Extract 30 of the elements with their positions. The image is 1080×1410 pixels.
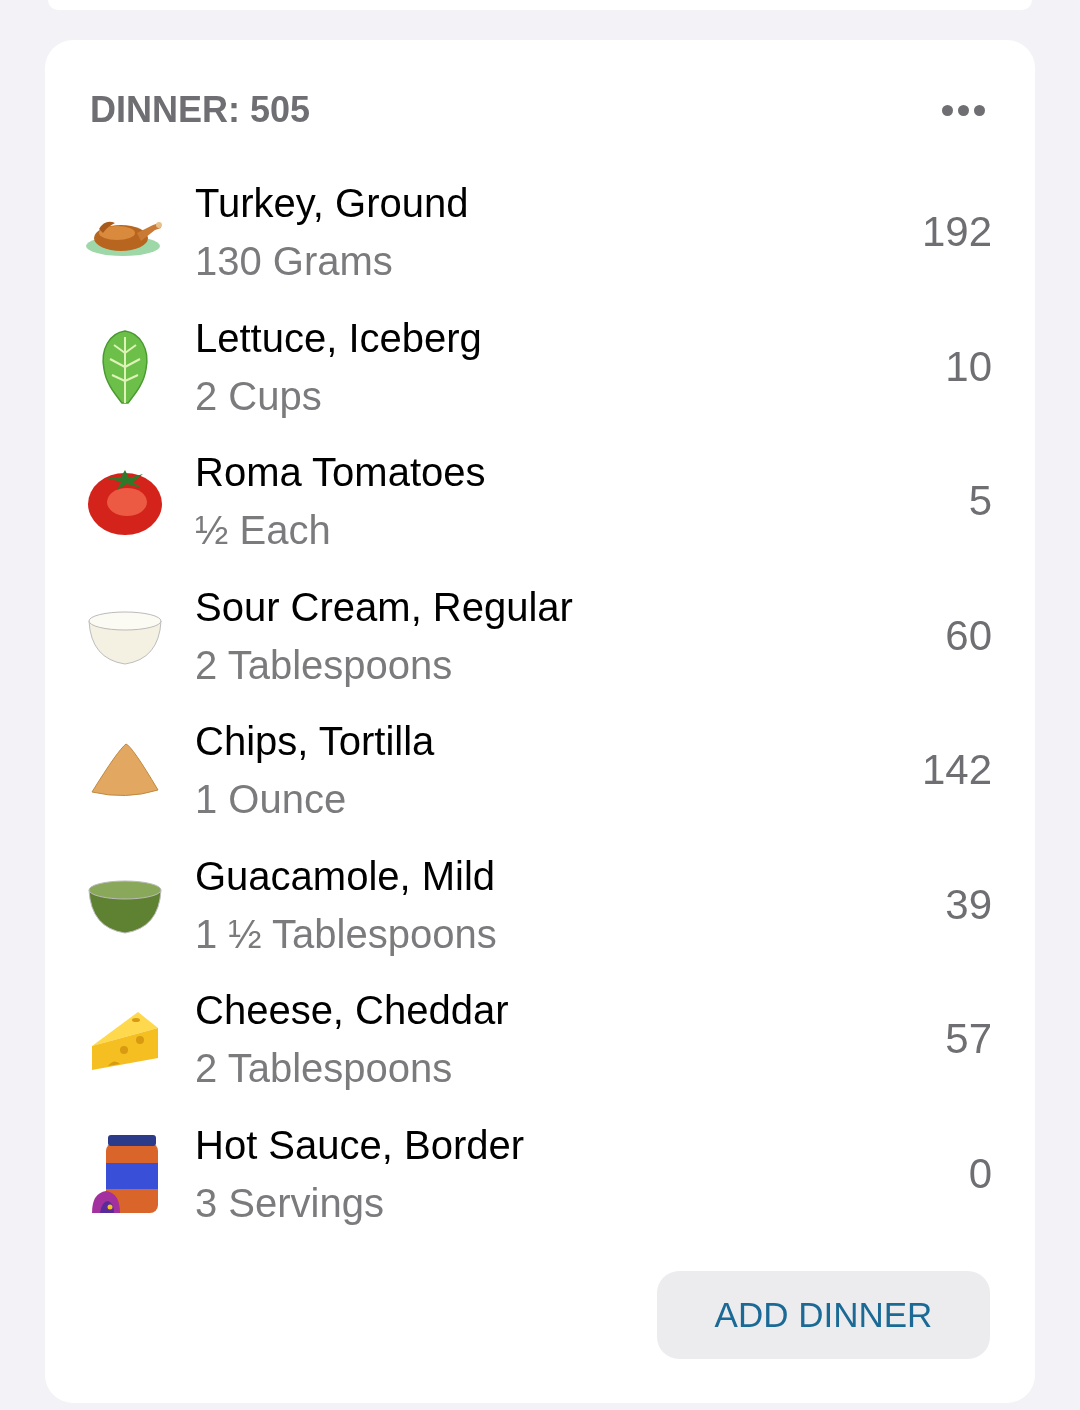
sauce-jar-icon [90,1132,160,1215]
calorie-count: 60 [945,610,992,661]
serving-size: 2 Tablespoons [195,641,453,689]
meal-title: DINNER: 505 [90,88,311,132]
calorie-count: 0 [968,1148,992,1199]
calorie-count: 39 [945,879,992,930]
serving-size: ½ Each [195,507,331,555]
food-name: Cheese, Cheddar [195,987,509,1035]
calorie-count: 142 [921,745,992,796]
add-dinner-button[interactable]: ADD DINNER [657,1271,990,1359]
food-name: Chips, Tortilla [195,718,435,766]
calorie-count: 57 [945,1014,992,1065]
calorie-count: 192 [921,207,992,258]
serving-size: 3 Servings [195,1179,384,1227]
more-icon[interactable] [942,104,985,116]
food-name: Sour Cream, Regular [195,583,573,631]
food-name: Guacamole, Mild [195,852,496,900]
serving-size: 130 Grams [195,238,393,286]
food-name: Turkey, Ground [195,180,469,228]
food-name: Roma Tomatoes [195,449,486,497]
tortilla-chip-icon [90,742,160,799]
calorie-count: 10 [945,341,992,392]
serving-size: 2 Cups [195,372,322,420]
food-name: Lettuce, Iceberg [195,314,482,362]
lettuce-leaf-icon [100,328,150,405]
serving-size: 2 Tablespoons [195,1045,453,1093]
food-name: Hot Sauce, Border [195,1121,525,1169]
serving-size: 1 ½ Tablespoons [195,910,497,958]
serving-size: 1 Ounce [195,776,347,824]
calorie-count: 5 [968,476,992,527]
